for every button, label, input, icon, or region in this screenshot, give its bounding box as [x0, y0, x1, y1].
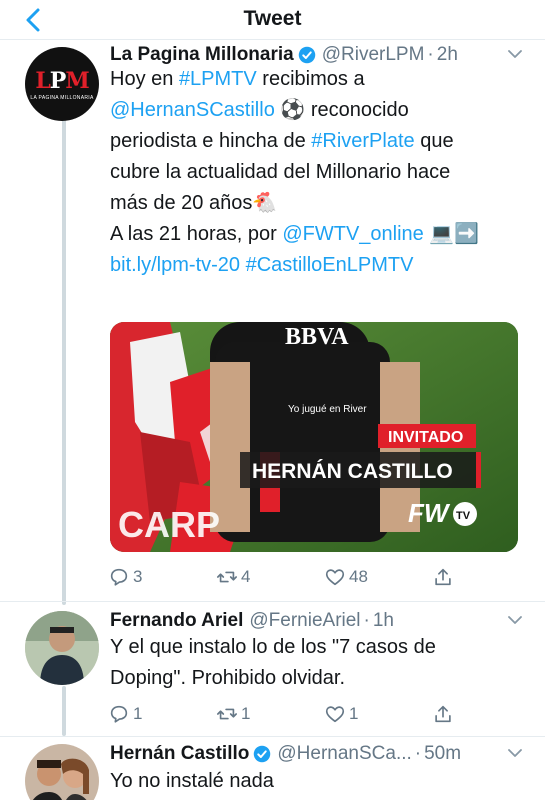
media-artwork: BBVA Yo jugué en River CARP INVITADO HER… — [110, 322, 518, 552]
hashtag-link[interactable]: #LPMTV — [179, 68, 257, 90]
brand-logo-suffix: TV — [456, 510, 471, 522]
tweet-text-segment: cubre la actualidad del Millonario hace — [110, 161, 451, 183]
like-button[interactable]: 48 — [324, 566, 368, 588]
tweet-text: Y el que instalo lo de los "7 casos de D… — [110, 632, 535, 694]
tweet-text-segment: A las 21 horas, por — [110, 223, 283, 245]
author-handle[interactable]: @FernieAriel — [249, 610, 360, 632]
tweet-text-line: Y el que instalo lo de los "7 casos de — [110, 636, 436, 658]
like-icon — [325, 569, 345, 586]
reply-author-row: Hernán Castillo @HernanSCa... · 50m — [110, 741, 525, 767]
like-icon — [325, 706, 345, 723]
separator-dot: · — [363, 610, 370, 631]
tweet-text-segment: ⚽ reconocido — [274, 99, 409, 121]
retweet-icon — [217, 571, 237, 583]
verified-badge-icon — [254, 745, 271, 763]
reply-author-row: Fernando Ariel @FernieAriel · 1h — [110, 608, 525, 634]
hashtag-link[interactable]: #RiverPlate — [311, 130, 414, 152]
mention-link[interactable]: @FWTV_online — [282, 223, 423, 245]
tweet-text-segment: 💻➡️ — [423, 223, 480, 245]
like-count: 1 — [349, 704, 359, 723]
reply-count: 1 — [133, 704, 143, 723]
avatar[interactable] — [25, 744, 99, 800]
reply-icon — [110, 568, 128, 586]
lpm-logo: LPM — [35, 67, 89, 94]
author-name[interactable]: Fernando Ariel — [110, 610, 243, 632]
guest-name-text: HERNÁN CASTILLO — [252, 460, 453, 483]
share-button[interactable] — [432, 703, 457, 725]
tweet-text-line: Yo no instalé nada — [110, 770, 274, 792]
tweet-text-line: periodista e hincha de #RiverPlate que — [110, 126, 535, 157]
author-name[interactable]: La Pagina Millonaria — [110, 44, 294, 66]
jersey-caption-text: Yo jugué en River — [288, 404, 367, 415]
retweet-button[interactable]: 4 — [216, 566, 250, 588]
retweet-count: 4 — [241, 567, 251, 586]
tweet-actions: 1 1 1 — [108, 703, 468, 729]
reply-button[interactable]: 1 — [108, 703, 142, 725]
tweet-text: Hoy en #LPMTV recibimos a @HernanSCastill… — [110, 64, 535, 281]
tweet-text-segment: más de 20 años🐔 — [110, 192, 278, 214]
tweet-media-image[interactable]: BBVA Yo jugué en River CARP INVITADO HER… — [110, 322, 518, 552]
author-handle[interactable]: @HernanSCa... — [277, 743, 411, 765]
url-link[interactable]: bit.ly/lpm-tv-20 — [110, 254, 240, 276]
tweet-time[interactable]: 1h — [373, 610, 394, 632]
author-name[interactable]: Hernán Castillo — [110, 743, 249, 765]
tweet-text-segment: recibimos a — [256, 68, 365, 90]
tweet-text-line: @HernanSCastillo ⚽ reconocido — [110, 95, 535, 126]
tweet-text-line: Hoy en #LPMTV recibimos a — [110, 64, 535, 95]
tweet-text-line: Doping". Prohibido olvidar. — [110, 667, 346, 689]
tweet-time[interactable]: 50m — [424, 743, 461, 765]
tweet-time[interactable]: 2h — [437, 44, 458, 66]
avatar-photo — [25, 611, 99, 685]
tweet-text-line: cubre la actualidad del Millonario hace — [110, 157, 535, 188]
like-button[interactable]: 1 — [324, 703, 358, 725]
mention-link[interactable]: @HernanSCastillo — [110, 99, 275, 121]
avatar[interactable]: LPM LA PAGINA MILLONARIA — [25, 47, 99, 121]
chevron-down-icon[interactable] — [505, 44, 525, 64]
tweet-actions: 3 4 48 — [108, 566, 468, 592]
avatar[interactable] — [25, 611, 99, 685]
lpm-logo-subtitle: LA PAGINA MILLONARIA — [30, 94, 94, 101]
like-count: 48 — [349, 567, 368, 586]
guest-name-accent — [476, 452, 481, 488]
separator — [0, 736, 545, 737]
retweet-count: 1 — [241, 704, 251, 723]
jersey-sponsor-text: BBVA — [285, 324, 349, 350]
tweet-text-line: A las 21 horas, por @FWTV_online 💻➡️ — [110, 219, 535, 250]
guest-badge-label: INVITADO — [388, 429, 463, 446]
avatar-photo — [25, 744, 99, 800]
brand-logo-text: FW — [408, 498, 451, 528]
thread-line — [62, 686, 66, 736]
share-button[interactable] — [432, 566, 457, 588]
retweet-button[interactable]: 1 — [216, 703, 250, 725]
crest-text: CARP — [118, 504, 220, 545]
separator-dot: · — [414, 743, 422, 764]
chevron-down-icon[interactable] — [505, 610, 525, 630]
share-icon — [435, 568, 451, 586]
reply-button[interactable]: 3 — [108, 566, 142, 588]
reply-count: 3 — [133, 567, 143, 586]
header-bar: Tweet — [0, 0, 545, 40]
separator — [0, 601, 545, 602]
author-handle[interactable]: @RiverLPM — [322, 44, 425, 66]
tweet-text-line: bit.ly/lpm-tv-20 #CastilloEnLPMTV — [110, 250, 535, 281]
tweet-text: Yo no instalé nada — [110, 766, 535, 797]
share-icon — [435, 705, 451, 723]
tweet-text-segment: Hoy en — [110, 68, 179, 90]
hashtag-link[interactable]: #CastilloEnLPMTV — [246, 254, 414, 276]
page-title: Tweet — [243, 7, 302, 30]
tweet-text-segment: que — [414, 130, 454, 152]
thread-line — [62, 100, 66, 605]
retweet-icon — [217, 708, 237, 720]
separator-dot: · — [427, 44, 434, 65]
chevron-down-icon[interactable] — [505, 743, 525, 763]
verified-badge-icon — [298, 46, 315, 64]
tweet-text-line: más de 20 años🐔 — [110, 188, 535, 219]
tweet-text-segment: periodista e hincha de — [110, 130, 312, 152]
reply-icon — [110, 705, 128, 723]
